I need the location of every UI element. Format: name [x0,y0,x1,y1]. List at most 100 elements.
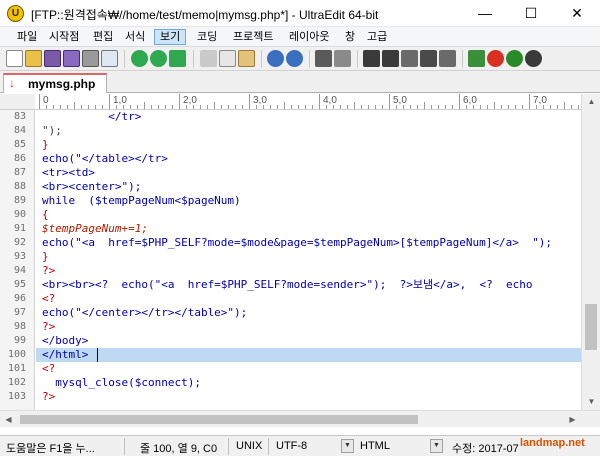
horizontal-scroll-thumb[interactable] [20,415,418,424]
ruler-tick [543,105,544,109]
ruler-tick [501,105,502,109]
code-line[interactable]: } [42,250,49,264]
code-line[interactable]: echo("</table></tr> [42,152,168,166]
cut-icon[interactable] [200,50,217,67]
line-number: 102 [7,377,26,388]
code-line[interactable]: <br><center>"); [42,180,141,194]
find-next-icon[interactable] [382,50,399,67]
menu-file[interactable]: 파일 [12,29,42,45]
code-line[interactable]: $tempPageNum+=1; [42,222,148,236]
ruler-tick [340,105,341,109]
ruler-tick [109,94,110,109]
code-line[interactable]: "); [42,124,62,138]
code-line[interactable]: echo("</center></tr></table>"); [42,306,247,320]
redo-icon[interactable] [286,50,303,67]
ruler-tick [326,105,327,109]
menu-advanced[interactable]: 고급 [362,29,392,45]
menu-starter[interactable]: 시작점 [44,29,84,45]
minimize-button[interactable]: — [462,0,508,27]
tab-mymsg-php[interactable]: ↓ mymsg.php [3,73,107,93]
scroll-left-icon[interactable]: ◀ [0,411,17,428]
code-line[interactable]: { [42,208,49,222]
horizontal-scrollbar[interactable]: ◀ ▶ [0,410,600,427]
code-line[interactable]: mysql_close($connect); [42,376,201,390]
code-line[interactable]: <? [42,292,55,306]
scroll-up-icon[interactable]: ▲ [582,94,600,110]
code-line[interactable]: <? [42,362,55,376]
hex-edit-icon[interactable] [315,50,332,67]
ruler-tick [158,105,159,109]
code-line[interactable]: </body> [42,334,88,348]
line-number: 91 [13,223,26,234]
code-line[interactable]: while ($tempPageNum<$pageNum) [42,194,241,208]
status-line-ending[interactable]: UNIX [236,440,262,452]
goto-icon[interactable] [169,50,186,67]
vertical-scrollbar[interactable]: ▲ ▼ [581,94,600,410]
web-icon[interactable] [468,50,485,67]
column-mode-icon[interactable] [334,50,351,67]
code-line[interactable]: <tr><td> [42,166,95,180]
ruler-tick [480,105,481,109]
save-icon[interactable] [44,50,61,67]
settings-icon[interactable] [525,50,542,67]
menu-bar: 파일 시작점 편집 서식 보기 코딩 프로젝트 레이아웃 창 고급 [0,27,600,47]
ftp-icon[interactable] [487,50,504,67]
code-line[interactable]: ?> [42,320,55,334]
scroll-down-icon[interactable]: ▼ [582,394,600,410]
back-icon[interactable] [131,50,148,67]
current-line-highlight [36,348,581,362]
find-icon[interactable] [363,50,380,67]
vertical-scroll-thumb[interactable] [585,304,597,350]
print-preview-icon[interactable] [101,50,118,67]
line-number: 85 [13,139,26,150]
ruler-tick [256,105,257,109]
replace-icon[interactable] [401,50,418,67]
ruler-tick [81,105,82,109]
menu-view[interactable]: 보기 [154,29,187,45]
menu-project[interactable]: 프로젝트 [228,29,278,45]
paste-icon[interactable] [238,50,255,67]
print-icon[interactable] [82,50,99,67]
line-number-gutter[interactable]: 83 84 85 86 87 88 89 90 91 92 93 94 95 96 97 98 99 100 101… [0,110,35,410]
find-in-files-icon[interactable] [420,50,437,67]
syntax-dropdown-icon[interactable]: ▼ [430,439,443,453]
code-line[interactable]: </tr> [42,110,141,124]
encoding-dropdown-icon[interactable]: ▼ [341,439,354,453]
code-line[interactable]: </html> [42,348,88,362]
ruler-tick [473,105,474,109]
menu-format[interactable]: 서식 [120,29,150,45]
maximize-button[interactable]: ☐ [508,0,554,27]
menu-edit[interactable]: 편집 [88,29,118,45]
ruler-tick [445,105,446,109]
ruler-tick [466,105,467,109]
title-bar: U [FTP::원격접속₩//home/test/memo|mymsg.php*… [0,0,600,27]
scroll-right-icon[interactable]: ▶ [564,411,581,428]
status-syntax[interactable]: HTML [360,440,390,452]
ruler-tick [550,105,551,109]
ruler-tick [207,105,208,109]
code-line[interactable]: ?> [42,264,55,278]
file-modified-icon: ↓ [9,76,15,90]
close-button[interactable]: ✕ [554,0,600,27]
code-line[interactable]: echo("<a href=$PHP_SELF?mode=$mode&page=… [42,236,552,250]
code-line[interactable]: ?> [42,390,55,404]
code-line[interactable]: <br><br><? echo("<a href=$PHP_SELF?mode=… [42,278,532,292]
replace-in-files-icon[interactable] [439,50,456,67]
save-all-icon[interactable] [63,50,80,67]
menu-layout[interactable]: 레이아웃 [284,29,334,45]
browser-icon[interactable] [506,50,523,67]
menu-coding[interactable]: 코딩 [192,29,222,45]
copy-icon[interactable] [219,50,236,67]
forward-icon[interactable] [150,50,167,67]
undo-icon[interactable] [267,50,284,67]
tab-label: mymsg.php [28,77,96,91]
code-line[interactable]: } [42,138,49,152]
open-folder-icon[interactable] [25,50,42,67]
status-position[interactable]: 줄 100, 열 9, C0 [140,440,217,456]
ruler-tick [39,94,40,109]
menu-window[interactable]: 창 [340,29,360,45]
status-encoding[interactable]: UTF-8 [276,440,307,452]
new-file-icon[interactable] [6,50,23,67]
line-number: 101 [7,363,26,374]
code-editor[interactable]: </tr> ");} echo("</table></tr> <tr><td> <br>… [36,110,581,410]
